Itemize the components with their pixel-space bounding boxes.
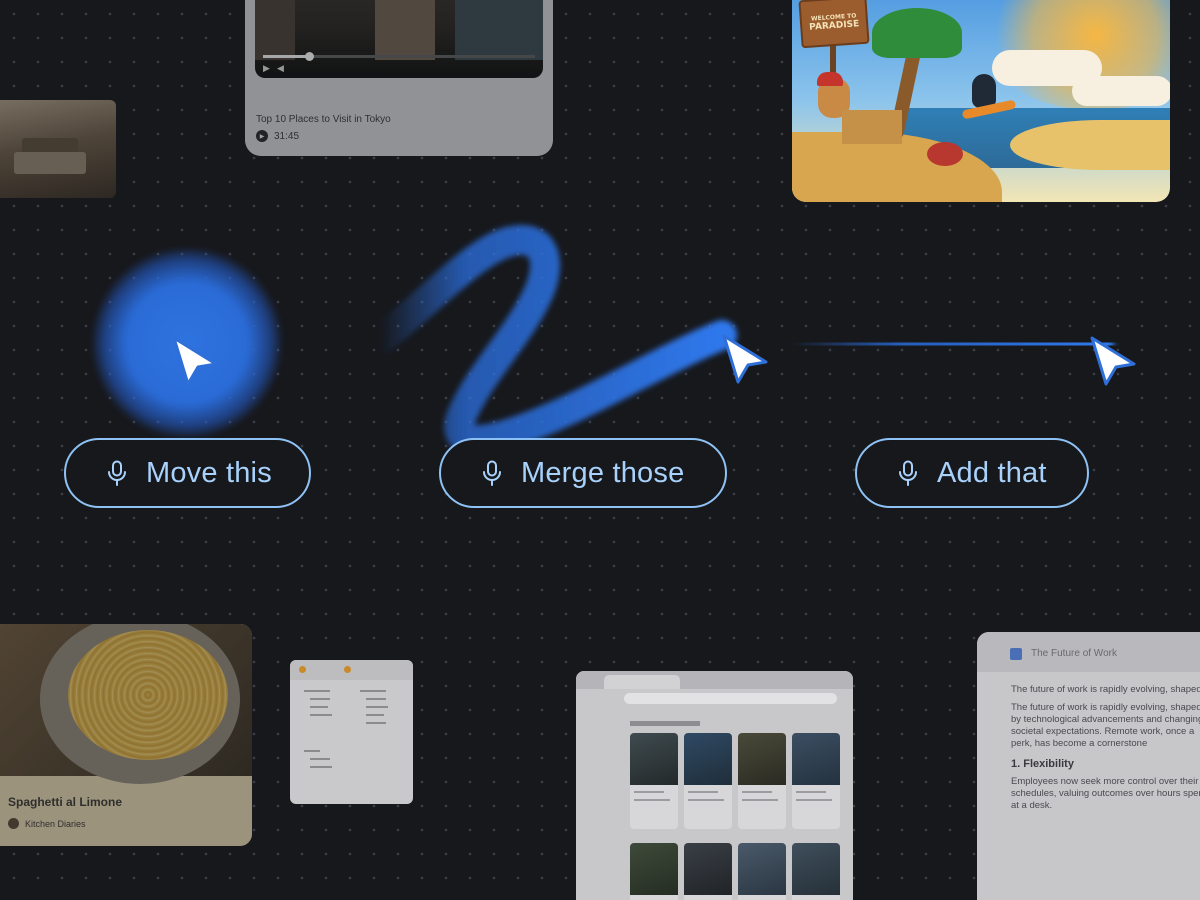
microphone-icon bbox=[899, 460, 917, 486]
microphone-icon bbox=[108, 460, 126, 486]
pointer-arrow-icon bbox=[172, 336, 218, 386]
voice-command-label: Move this bbox=[146, 456, 272, 489]
pointer-arrow-icon bbox=[722, 334, 768, 384]
voice-command-move-this[interactable]: Move this bbox=[64, 438, 311, 508]
voice-command-merge-those[interactable]: Merge those bbox=[439, 438, 727, 508]
microphone-icon bbox=[483, 460, 501, 486]
voice-command-add-that[interactable]: Add that bbox=[855, 438, 1089, 508]
canvas: ▶ ◀ Top 10 Places to Visit in Tokyo ▶ 31… bbox=[0, 0, 1200, 900]
voice-command-label: Merge those bbox=[521, 456, 685, 489]
pointer-arrow-icon bbox=[1090, 336, 1136, 386]
zigzag-stroke bbox=[365, 225, 737, 455]
straight-stroke bbox=[774, 327, 1114, 361]
voice-command-label: Add that bbox=[937, 456, 1047, 489]
